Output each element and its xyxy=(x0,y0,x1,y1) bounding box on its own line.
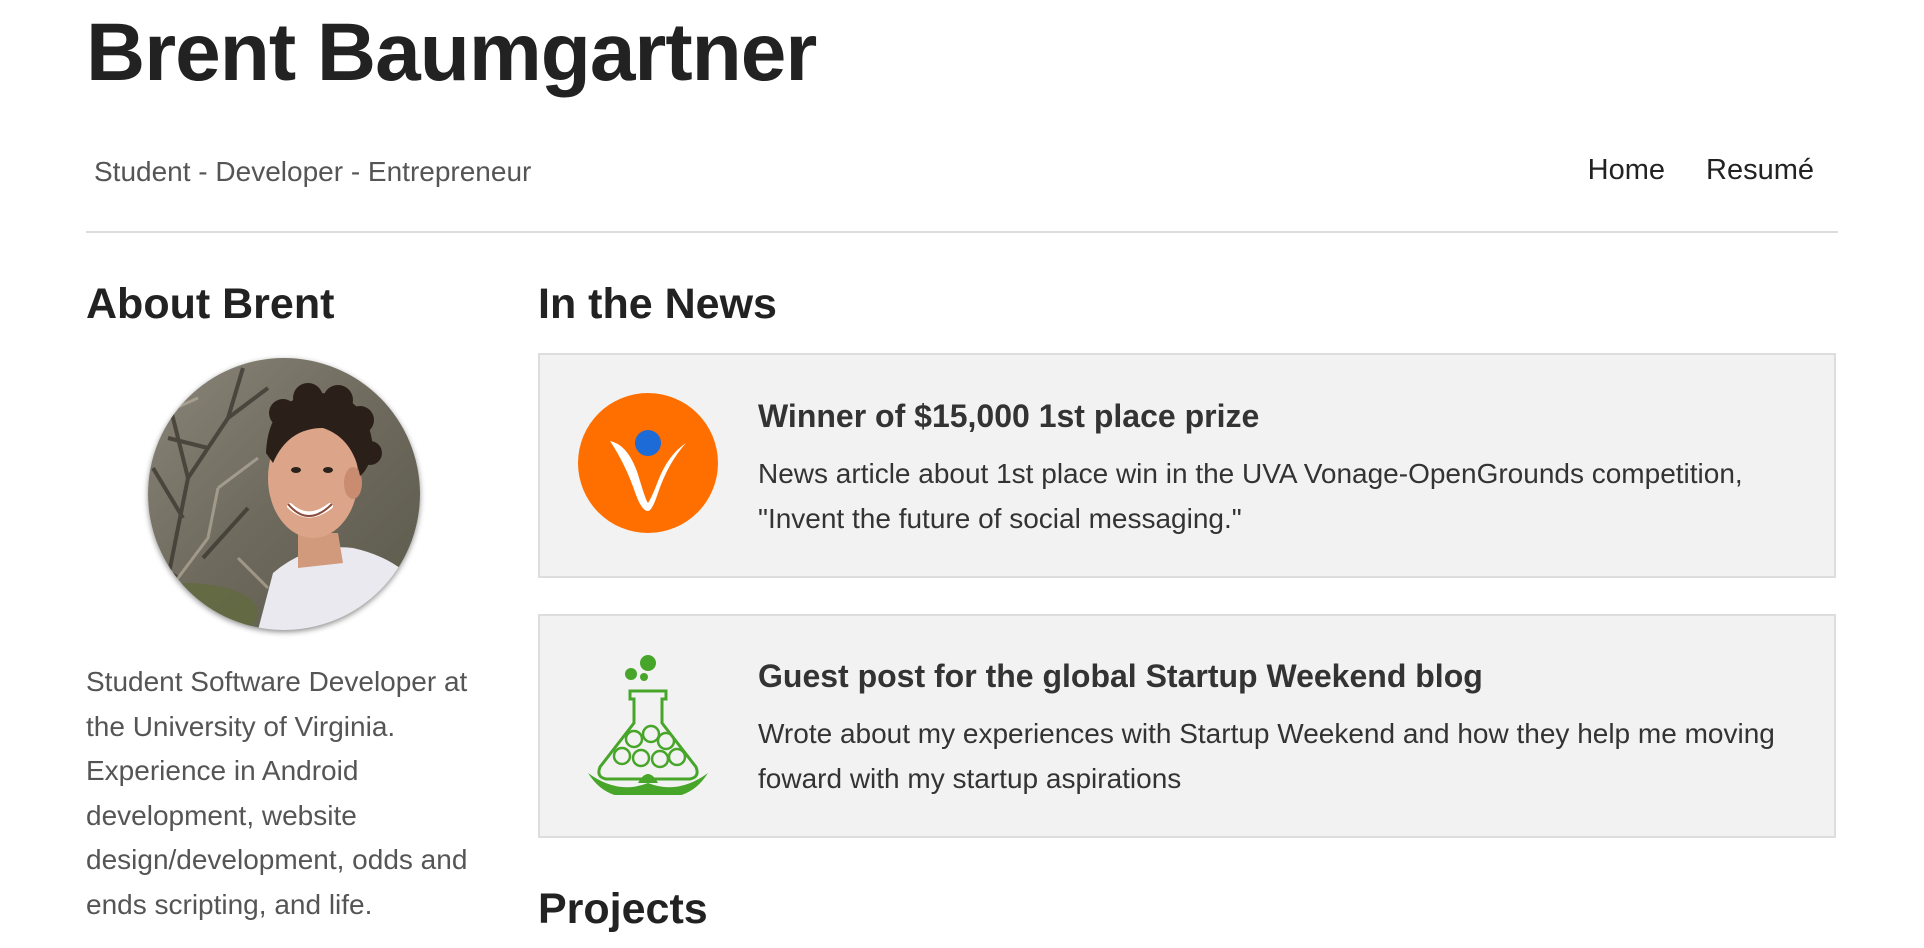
news-description: Wrote about my experiences with Startup … xyxy=(758,718,1775,794)
avatar-photo xyxy=(148,358,420,630)
nav-home-link[interactable]: Home xyxy=(1588,154,1665,187)
bio-text: Student Software Developer at the Univer… xyxy=(86,666,468,920)
projects-heading: Projects xyxy=(538,885,708,933)
header-divider xyxy=(86,231,1838,233)
news-title[interactable]: Guest post for the global Startup Weeken… xyxy=(758,658,1483,695)
news-card[interactable]: Guest post for the global Startup Weeken… xyxy=(538,614,1836,838)
about-heading: About Brent xyxy=(86,280,335,328)
news-description: News article about 1st place win in the … xyxy=(758,458,1743,534)
nav-resume-link[interactable]: Resumé xyxy=(1706,154,1814,187)
page: Brent Baumgartner Student - Developer - … xyxy=(0,0,1924,948)
tagline: Student - Developer - Entrepreneur xyxy=(94,156,532,187)
main-nav: Home Resumé xyxy=(1588,154,1814,187)
startup-weekend-flask-icon xyxy=(578,655,718,800)
avatar xyxy=(148,358,420,630)
site-title: Brent Baumgartner xyxy=(86,7,817,98)
news-card[interactable]: Winner of $15,000 1st place prize News a… xyxy=(538,353,1836,578)
news-title[interactable]: Winner of $15,000 1st place prize xyxy=(758,398,1259,435)
vonage-logo-icon xyxy=(578,393,718,538)
news-heading: In the News xyxy=(538,280,777,328)
